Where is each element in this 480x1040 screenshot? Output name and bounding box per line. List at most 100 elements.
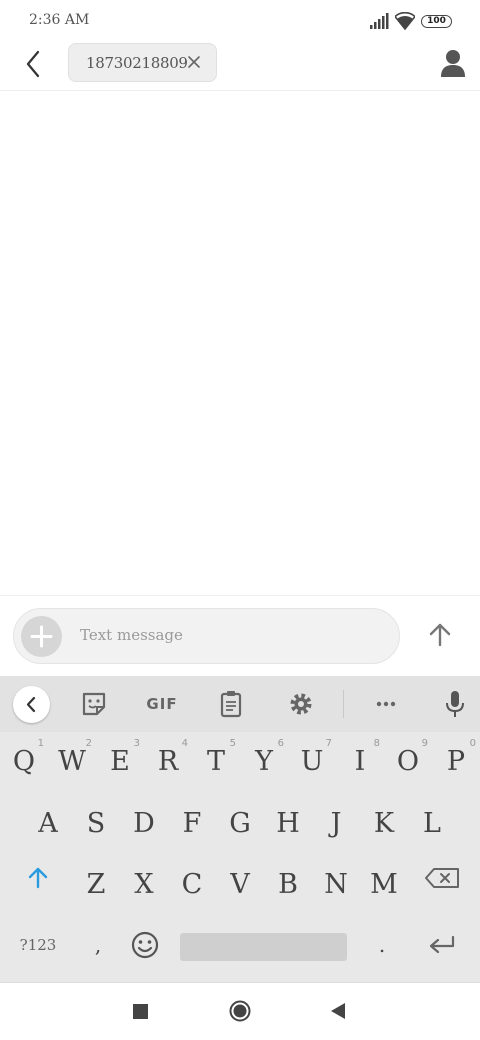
signal-icon [370,13,389,29]
key-x[interactable]: X [120,857,168,915]
message-input[interactable] [80,623,380,647]
battery-icon: 100 [421,15,452,28]
key-label: Y [255,746,273,777]
key-label: H [276,808,300,839]
send-arrow-icon[interactable] [424,619,456,651]
key-r[interactable]: R4 [144,734,192,792]
chevron-left-icon [26,696,36,713]
more-icon[interactable] [368,686,404,722]
plus-icon [30,625,53,648]
symbols-key[interactable]: ?123 [8,920,68,970]
key-label: B [278,869,298,900]
recents-square-icon[interactable] [133,1004,148,1019]
key-g[interactable]: G [216,796,264,854]
key-a[interactable]: A [24,796,72,854]
message-composer [13,608,400,664]
gif-button[interactable]: GIF [142,686,182,722]
key-hint: 8 [373,738,380,749]
person-icon[interactable] [440,48,466,78]
key-m[interactable]: M [360,857,408,915]
key-v[interactable]: V [216,857,264,915]
attach-button[interactable] [21,616,62,657]
key-hint: 7 [325,738,332,749]
header-divider [0,90,480,91]
status-time: 2:36 AM [29,12,90,28]
key-i[interactable]: I8 [336,734,384,792]
key-label: S [86,808,106,839]
composer-divider [0,595,480,596]
key-e[interactable]: E3 [96,734,144,792]
key-label: G [229,808,251,839]
key-j[interactable]: J [312,796,360,854]
key-label: M [370,869,398,900]
key-n[interactable]: N [312,857,360,915]
key-u[interactable]: U7 [288,734,336,792]
key-label: X [134,869,154,900]
back-arrow-icon[interactable] [18,46,50,82]
key-label: C [181,869,203,900]
key-t[interactable]: T5 [192,734,240,792]
key-label: Z [86,869,106,900]
gear-icon[interactable] [283,686,319,722]
key-y[interactable]: Y6 [240,734,288,792]
key-hint: 2 [85,738,92,749]
key-s[interactable]: S [72,796,120,854]
clipboard-icon[interactable] [213,686,249,722]
nav-divider [0,982,480,983]
key-hint: 9 [421,738,428,749]
key-label: I [354,746,366,777]
key-o[interactable]: O9 [384,734,432,792]
comma-key[interactable]: , [78,920,118,970]
key-c[interactable]: C [168,857,216,915]
key-label: R [157,746,179,777]
key-b[interactable]: B [264,857,312,915]
keyboard-toolbar: GIF [0,676,480,732]
key-label: L [423,808,441,839]
key-hint: 1 [37,738,44,749]
key-l[interactable]: L [408,796,456,854]
backspace-icon[interactable] [420,862,464,894]
key-label: A [38,808,58,839]
sticker-icon[interactable] [76,686,112,722]
period-key[interactable]: . [362,920,402,970]
key-hint: 0 [469,738,476,749]
back-triangle-icon[interactable] [330,1002,346,1020]
microphone-icon[interactable] [437,686,473,722]
key-label: D [133,808,155,839]
close-icon[interactable] [185,53,203,71]
key-hint: 4 [181,738,188,749]
key-d[interactable]: D [120,796,168,854]
emoji-icon[interactable] [126,926,164,964]
keyboard: GIF ?123 , . Q 1 W 2 E 3 R 4 T 5 Y 6 U 7… [0,676,480,982]
key-label: J [330,808,342,839]
toolbar-divider [343,690,344,718]
key-label: K [373,808,395,839]
key-label: U [300,746,324,777]
key-label: E [110,746,130,777]
key-w[interactable]: W2 [48,734,96,792]
key-h[interactable]: H [264,796,312,854]
enter-icon[interactable] [420,927,464,963]
key-label: W [58,746,86,777]
key-k[interactable]: K [360,796,408,854]
home-circle-icon[interactable] [229,1000,251,1022]
recipient-number: 18730218809 [86,54,188,72]
key-label: V [230,869,250,900]
key-label: P [446,746,466,777]
key-q[interactable]: Q1 [0,734,48,792]
key-p[interactable]: P0 [432,734,480,792]
key-f[interactable]: F [168,796,216,854]
recipient-chip[interactable]: 18730218809 [68,43,217,82]
key-z[interactable]: Z [72,857,120,915]
battery-level: 100 [427,16,446,26]
key-label: N [324,869,348,900]
shift-arrow-icon[interactable] [20,860,56,896]
key-label: O [396,746,420,777]
key-hint: 6 [277,738,284,749]
key-label: F [182,808,202,839]
key-hint: 5 [229,738,236,749]
wifi-icon [395,12,415,30]
status-bar: 2:36 AM 100 [0,0,480,40]
collapse-toolbar-button[interactable] [13,686,50,723]
space-key[interactable] [180,933,347,961]
